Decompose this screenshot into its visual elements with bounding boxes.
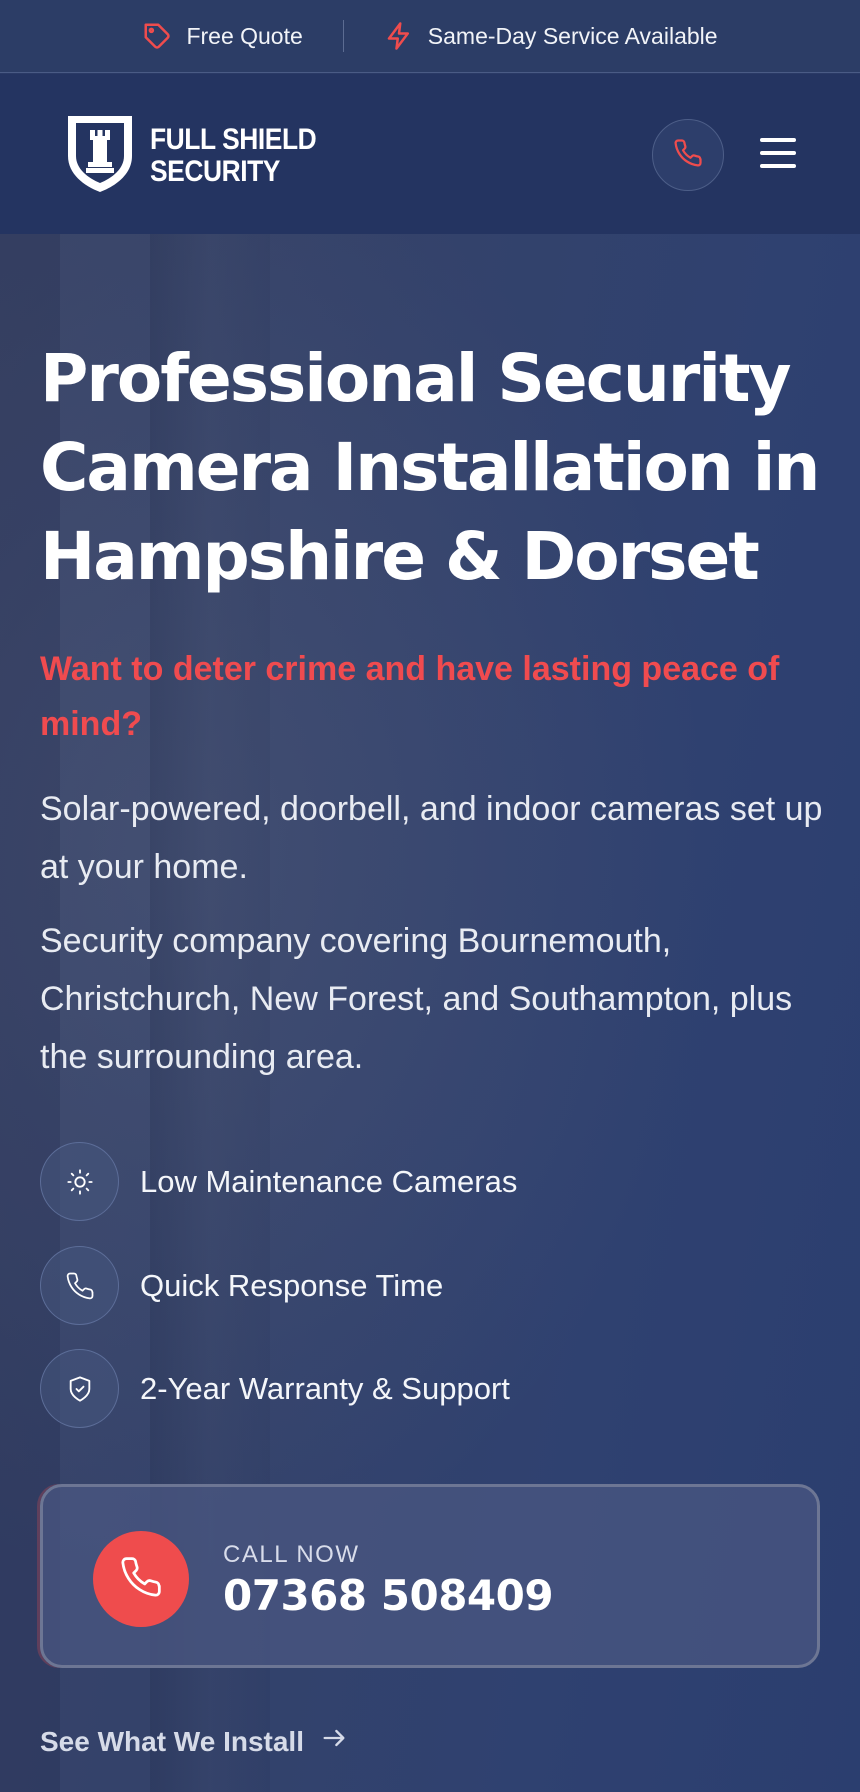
feature-item: Quick Response Time bbox=[40, 1246, 443, 1325]
logo-line-2: SECURITY bbox=[150, 154, 280, 188]
top-info-bar: Free Quote Same-Day Service Available bbox=[0, 0, 860, 73]
same-day-item: Same-Day Service Available bbox=[384, 21, 718, 51]
feature-item: 2-Year Warranty & Support bbox=[40, 1349, 510, 1428]
arrow-right-icon bbox=[320, 1724, 348, 1759]
hamburger-menu-icon[interactable] bbox=[760, 138, 798, 170]
hero-paragraph-1: Solar-powered, doorbell, and indoor came… bbox=[40, 790, 823, 886]
phone-icon bbox=[119, 1555, 163, 1604]
call-now-card[interactable]: CALL NOW 07368 508409 bbox=[40, 1484, 820, 1668]
feature-label: Low Maintenance Cameras bbox=[140, 1163, 518, 1199]
tag-icon bbox=[142, 21, 172, 51]
site-header: FULL SHIELD SECURITY bbox=[0, 74, 860, 234]
hero-paragraph-2: Security company covering Bournemouth, C… bbox=[40, 922, 793, 1076]
topbar-divider bbox=[342, 20, 344, 52]
feature-label: Quick Response Time bbox=[140, 1267, 444, 1303]
lightning-icon bbox=[384, 21, 414, 51]
shield-check-icon bbox=[40, 1349, 119, 1428]
feature-item: Low Maintenance Cameras bbox=[40, 1142, 517, 1221]
see-link-label: See What We Install bbox=[40, 1725, 304, 1757]
see-what-we-install-link[interactable]: See What We Install bbox=[40, 1724, 348, 1759]
free-quote-item[interactable]: Free Quote bbox=[142, 21, 303, 51]
call-now-label: CALL NOW bbox=[223, 1541, 360, 1568]
phone-icon bbox=[673, 138, 703, 173]
same-day-label: Same-Day Service Available bbox=[427, 22, 718, 49]
logo[interactable]: FULL SHIELD SECURITY bbox=[64, 112, 339, 199]
free-quote-label: Free Quote bbox=[186, 22, 303, 49]
call-phone-button[interactable] bbox=[93, 1531, 189, 1627]
hero-title: Professional Security Camera Installatio… bbox=[40, 340, 820, 595]
feature-label: 2-Year Warranty & Support bbox=[140, 1370, 510, 1406]
phone-icon bbox=[40, 1246, 119, 1325]
shield-rook-icon bbox=[64, 112, 136, 199]
sun-icon bbox=[40, 1142, 119, 1221]
header-phone-button[interactable] bbox=[652, 119, 724, 191]
logo-line-1: FULL SHIELD bbox=[150, 122, 317, 156]
hero-tagline: Want to deter crime and have lasting pea… bbox=[40, 650, 780, 743]
phone-number[interactable]: 07368 508409 bbox=[223, 1571, 554, 1620]
hero-section: Professional Security Camera Installatio… bbox=[0, 234, 860, 1792]
